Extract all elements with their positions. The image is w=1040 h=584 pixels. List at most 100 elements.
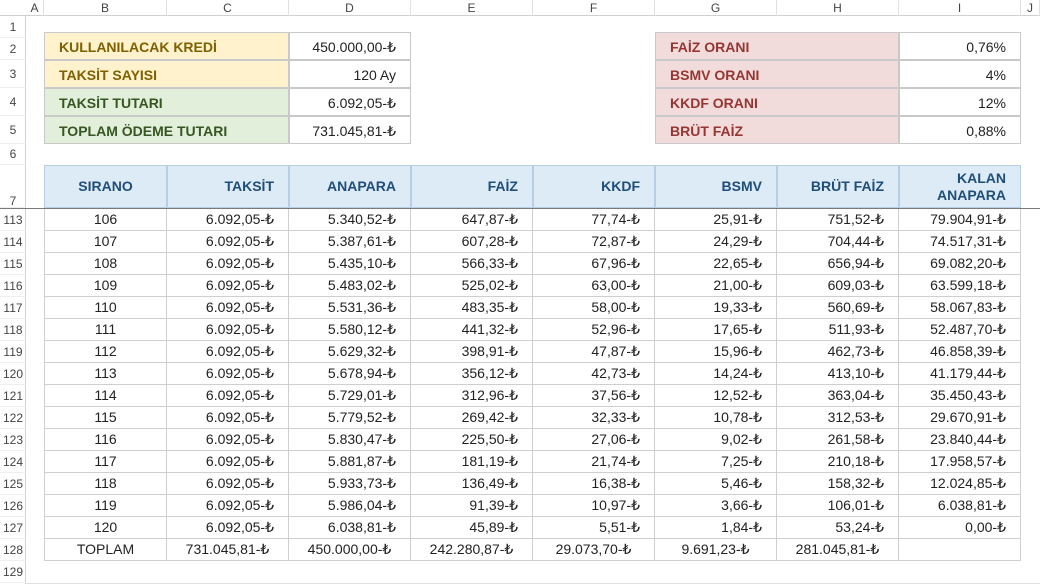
table-cell[interactable]: 566,33-₺ xyxy=(411,253,533,275)
table-cell[interactable]: 12,52-₺ xyxy=(655,385,777,407)
row-header-115[interactable]: 115 xyxy=(0,253,26,275)
table-cell[interactable]: 52,96-₺ xyxy=(533,319,655,341)
table-cell[interactable]: 14,24-₺ xyxy=(655,363,777,385)
table-header-fai̇z[interactable]: FAİZ xyxy=(411,165,533,208)
table-cell[interactable]: 462,73-₺ xyxy=(777,341,899,363)
rate-value[interactable]: 12% xyxy=(899,88,1021,116)
row-header-120[interactable]: 120 xyxy=(0,363,26,385)
table-cell[interactable]: 3,66-₺ xyxy=(655,495,777,517)
table-cell[interactable]: 511,93-₺ xyxy=(777,319,899,341)
table-cell[interactable]: 6.038,81-₺ xyxy=(289,517,411,539)
total-cell[interactable]: 242.280,87-₺ xyxy=(411,539,533,561)
table-cell[interactable]: 6.092,05-₺ xyxy=(167,253,289,275)
rate-value[interactable]: 4% xyxy=(899,60,1021,88)
table-cell[interactable]: 53,24-₺ xyxy=(777,517,899,539)
row-header-129[interactable]: 129 xyxy=(0,561,26,583)
table-header-brüt-fai̇z[interactable]: BRÜT FAİZ xyxy=(777,165,899,208)
row-header-6[interactable]: 6 xyxy=(0,144,26,165)
table-header-kkdf[interactable]: KKDF xyxy=(533,165,655,208)
table-header-sirano[interactable]: SIRANO xyxy=(44,165,167,208)
table-cell[interactable]: 19,33-₺ xyxy=(655,297,777,319)
table-cell[interactable]: 6.092,05-₺ xyxy=(167,319,289,341)
table-cell[interactable]: 9,02-₺ xyxy=(655,429,777,451)
summary-value[interactable]: 450.000,00-₺ xyxy=(289,32,411,60)
table-cell[interactable]: 1,84-₺ xyxy=(655,517,777,539)
table-cell[interactable]: 656,94-₺ xyxy=(777,253,899,275)
table-cell[interactable]: 22,65-₺ xyxy=(655,253,777,275)
table-cell[interactable]: 5.881,87-₺ xyxy=(289,451,411,473)
table-cell[interactable]: 21,00-₺ xyxy=(655,275,777,297)
table-header-kalan-anapara[interactable]: KALAN ANAPARA xyxy=(899,165,1021,208)
table-cell[interactable]: 5.779,52-₺ xyxy=(289,407,411,429)
total-cell[interactable]: 29.073,70-₺ xyxy=(533,539,655,561)
row-header-122[interactable]: 122 xyxy=(0,407,26,429)
table-cell[interactable]: 42,73-₺ xyxy=(533,363,655,385)
table-cell[interactable]: 5.435,10-₺ xyxy=(289,253,411,275)
table-cell[interactable]: 7,25-₺ xyxy=(655,451,777,473)
column-header-b[interactable]: B xyxy=(44,0,167,16)
table-cell[interactable]: 115 xyxy=(44,407,167,429)
table-cell[interactable]: 112 xyxy=(44,341,167,363)
row-header-4[interactable]: 4 xyxy=(0,88,26,116)
table-cell[interactable]: 5.387,61-₺ xyxy=(289,231,411,253)
table-cell[interactable]: 24,29-₺ xyxy=(655,231,777,253)
table-cell[interactable]: 6.092,05-₺ xyxy=(167,429,289,451)
table-cell[interactable]: 58,00-₺ xyxy=(533,297,655,319)
table-cell[interactable]: 107 xyxy=(44,231,167,253)
row-header-1[interactable]: 1 xyxy=(0,16,26,38)
total-cell[interactable]: 450.000,00-₺ xyxy=(289,539,411,561)
table-cell[interactable]: 269,42-₺ xyxy=(411,407,533,429)
table-cell[interactable]: 21,74-₺ xyxy=(533,451,655,473)
table-cell[interactable]: 108 xyxy=(44,253,167,275)
row-header-125[interactable]: 125 xyxy=(0,473,26,495)
total-cell[interactable]: 281.045,81-₺ xyxy=(777,539,899,561)
table-cell[interactable]: 6.092,05-₺ xyxy=(167,231,289,253)
table-cell[interactable]: 356,12-₺ xyxy=(411,363,533,385)
total-cell[interactable]: 731.045,81-₺ xyxy=(167,539,289,561)
table-cell[interactable]: 63,00-₺ xyxy=(533,275,655,297)
table-cell[interactable]: 398,91-₺ xyxy=(411,341,533,363)
table-cell[interactable]: 10,78-₺ xyxy=(655,407,777,429)
row-header-128[interactable]: 128 xyxy=(0,539,26,561)
table-cell[interactable]: 483,35-₺ xyxy=(411,297,533,319)
table-cell[interactable]: 113 xyxy=(44,363,167,385)
table-cell[interactable]: 225,50-₺ xyxy=(411,429,533,451)
table-cell[interactable]: 5.986,04-₺ xyxy=(289,495,411,517)
table-cell[interactable]: 5,46-₺ xyxy=(655,473,777,495)
table-cell[interactable]: 6.092,05-₺ xyxy=(167,495,289,517)
column-header-g[interactable]: G xyxy=(655,0,777,16)
table-cell[interactable]: 37,56-₺ xyxy=(533,385,655,407)
table-cell[interactable]: 41.179,44-₺ xyxy=(899,363,1021,385)
table-cell[interactable]: 109 xyxy=(44,275,167,297)
column-header-h[interactable]: H xyxy=(777,0,899,16)
table-cell[interactable]: 210,18-₺ xyxy=(777,451,899,473)
row-header-119[interactable]: 119 xyxy=(0,341,26,363)
table-cell[interactable]: 106,01-₺ xyxy=(777,495,899,517)
table-header-bsmv[interactable]: BSMV xyxy=(655,165,777,208)
table-cell[interactable]: 441,32-₺ xyxy=(411,319,533,341)
table-cell[interactable]: 106 xyxy=(44,209,167,231)
table-cell[interactable]: 363,04-₺ xyxy=(777,385,899,407)
table-cell[interactable]: 32,33-₺ xyxy=(533,407,655,429)
table-cell[interactable]: 58.067,83-₺ xyxy=(899,297,1021,319)
table-cell[interactable]: 6.092,05-₺ xyxy=(167,473,289,495)
table-cell[interactable]: 6.038,81-₺ xyxy=(899,495,1021,517)
table-cell[interactable]: 16,38-₺ xyxy=(533,473,655,495)
table-cell[interactable]: 114 xyxy=(44,385,167,407)
table-cell[interactable]: 6.092,05-₺ xyxy=(167,297,289,319)
table-cell[interactable]: 261,58-₺ xyxy=(777,429,899,451)
table-cell[interactable]: 17.958,57-₺ xyxy=(899,451,1021,473)
table-cell[interactable]: 118 xyxy=(44,473,167,495)
column-header-c[interactable]: C xyxy=(167,0,289,16)
table-cell[interactable]: 5.830,47-₺ xyxy=(289,429,411,451)
table-cell[interactable]: 6.092,05-₺ xyxy=(167,451,289,473)
table-cell[interactable]: 5.340,52-₺ xyxy=(289,209,411,231)
row-header-117[interactable]: 117 xyxy=(0,297,26,319)
table-cell[interactable]: 5.933,73-₺ xyxy=(289,473,411,495)
row-header-2[interactable]: 2 xyxy=(0,38,26,60)
table-cell[interactable]: 312,53-₺ xyxy=(777,407,899,429)
table-cell[interactable]: 25,91-₺ xyxy=(655,209,777,231)
table-cell[interactable]: 111 xyxy=(44,319,167,341)
table-cell[interactable]: 5.580,12-₺ xyxy=(289,319,411,341)
table-cell[interactable]: 607,28-₺ xyxy=(411,231,533,253)
